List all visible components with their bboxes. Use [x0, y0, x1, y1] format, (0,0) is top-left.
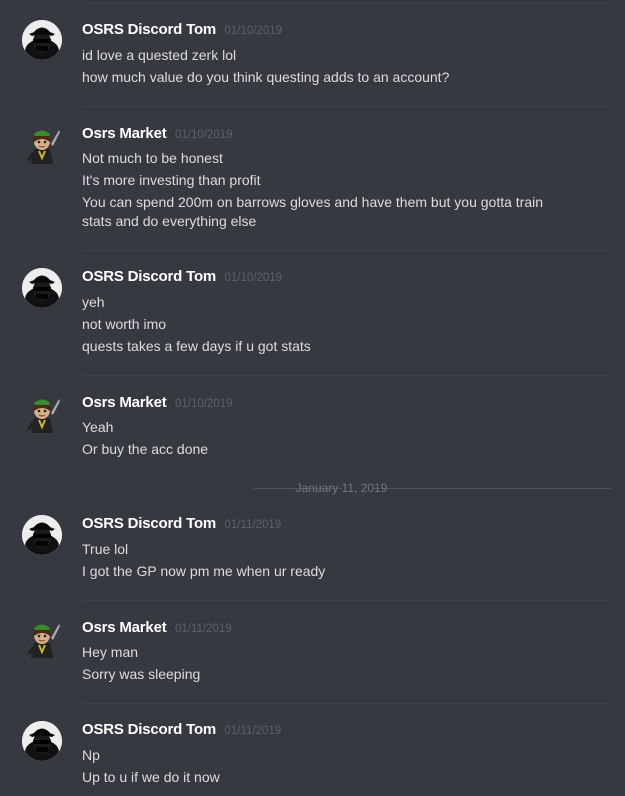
message-divider: [82, 600, 611, 601]
avatar-osrs-discord-tom[interactable]: [22, 515, 62, 555]
username[interactable]: OSRS Discord Tom: [82, 268, 216, 285]
timestamp: 01/11/2019: [224, 519, 282, 531]
timestamp: 01/10/2019: [224, 272, 283, 284]
timestamp: 01/10/2019: [224, 25, 283, 37]
message-text: Hey man: [82, 644, 139, 660]
message-divider: [82, 703, 611, 704]
message-text: not worth imo: [82, 316, 167, 332]
timestamp: 01/11/2019: [174, 623, 232, 635]
message-text: Sorry was sleeping: [82, 666, 201, 682]
message-text: Np: [82, 747, 100, 763]
avatar-osrs-discord-tom[interactable]: [22, 20, 62, 60]
avatar-osrs-discord-tom[interactable]: [22, 268, 62, 308]
username[interactable]: Osrs Market: [82, 394, 167, 411]
date-separator: January 11, 2019: [82, 481, 611, 495]
message-divider: [82, 250, 611, 251]
avatar-osrs-market[interactable]: [22, 618, 62, 659]
username[interactable]: OSRS Discord Tom: [82, 21, 216, 38]
message-divider: [82, 106, 611, 107]
message-text: It's more investing than profit: [82, 172, 261, 188]
message-text: Up to u if we do it now: [82, 769, 220, 785]
message-text: True lol: [82, 541, 129, 557]
avatar-osrs-market[interactable]: [22, 124, 62, 165]
timestamp: 01/10/2019: [174, 129, 233, 141]
username[interactable]: OSRS Discord Tom: [82, 515, 216, 532]
timestamp: 01/11/2019: [224, 725, 282, 737]
message-text: how much value do you think questing add…: [82, 69, 450, 85]
date-separator-label: January 11, 2019: [295, 481, 388, 495]
timestamp: 01/10/2019: [174, 398, 233, 410]
message-divider: [82, 375, 611, 376]
username[interactable]: Osrs Market: [82, 125, 167, 142]
message-text: stats and do everything else: [82, 213, 257, 229]
message-text: You can spend 200m on barrows gloves and…: [82, 194, 544, 210]
message-text: yeh: [82, 294, 105, 310]
message-text: id love a quested zerk lol: [82, 47, 237, 63]
message-text: Yeah: [82, 419, 114, 435]
message-divider: [82, 3, 611, 4]
username[interactable]: Osrs Market: [82, 619, 167, 636]
message-text: Not much to be honest: [82, 150, 223, 166]
message-text: Or buy the acc done: [82, 441, 209, 457]
username[interactable]: OSRS Discord Tom: [82, 721, 216, 738]
message-text: I got the GP now pm me when ur ready: [82, 563, 326, 579]
avatar-osrs-discord-tom[interactable]: [22, 721, 62, 761]
message-text: quests takes a few days if u got stats: [82, 338, 311, 354]
avatar-osrs-market[interactable]: [22, 393, 62, 434]
